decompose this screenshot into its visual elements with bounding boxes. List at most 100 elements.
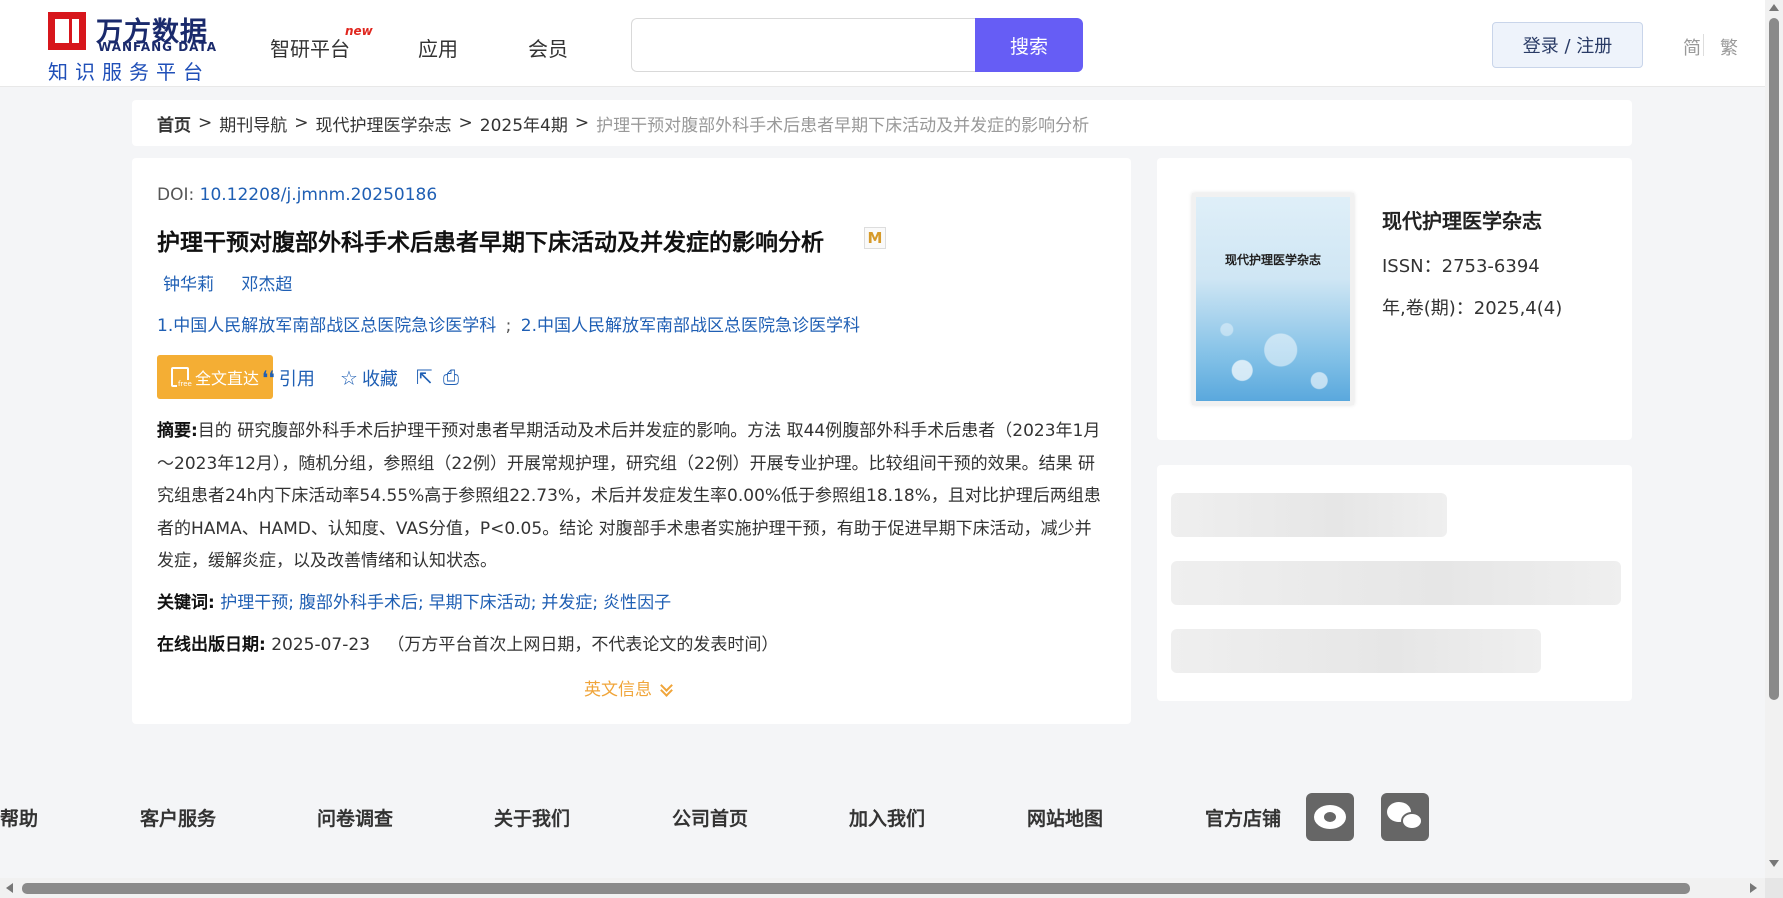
breadcrumb-journal[interactable]: 现代护理医学杂志 [316,111,452,136]
print-button[interactable]: ⎙ [443,365,459,389]
share-button[interactable]: ⇱ [416,365,433,389]
affiliation-list: 1.中国人民解放军南部战区总医院急诊医学科 ; 2.中国人民解放军南部战区总医院… [157,311,860,336]
wechat-glyph [1387,802,1423,832]
collect-button[interactable]: ☆ 收藏 [340,365,398,391]
journal-card: 现代护理医学杂志 现代护理医学杂志 ISSN：2753-6394 年,卷(期)：… [1157,158,1632,440]
skeleton-line [1171,629,1541,673]
english-info-toggle[interactable]: 英文信息 [584,675,672,700]
lang-simplified[interactable]: 简 [1683,34,1701,60]
lang-traditional[interactable]: 繁 [1720,34,1738,60]
footer-link-sitemap[interactable]: 网站地图 [1027,804,1103,831]
mk-icon[interactable]: M [864,227,886,249]
weibo-icon[interactable] [1306,793,1354,841]
abstract-text: 目的 研究腹部外科手术后护理干预对患者早期活动及术后并发症的影响。方法 取44例… [157,421,1101,571]
author-list: 钟华莉 邓杰超 [163,270,314,295]
keywords: 关键词: 护理干预; 腹部外科手术后; 早期下床活动; 并发症; 炎性因子 [157,588,671,613]
scroll-left-arrow-icon[interactable] [6,883,13,893]
nav-item-apps[interactable]: 应用 [418,33,458,62]
print-icon: ⎙ [443,365,459,389]
breadcrumb-separator: > [574,113,590,133]
journal-name[interactable]: 现代护理医学杂志 [1382,205,1542,234]
breadcrumb-separator: > [198,113,213,133]
affiliation-link[interactable]: 2.中国人民解放军南部战区总医院急诊医学科 [521,316,860,336]
wanfang-logo[interactable]: 万方数据 WANFANG DATA 知识服务平台 [48,10,218,84]
wechat-icon[interactable] [1381,793,1429,841]
keyword-separator: ; [417,593,424,613]
logo-subtitle: 知识服务平台 [48,60,210,84]
keyword-separator: ; [592,593,599,613]
loading-placeholder-card [1157,465,1632,701]
nav-item-zhiyan[interactable]: 智研平台 [270,33,350,62]
keyword-link[interactable]: 并发症 [541,593,592,613]
footer-link-join[interactable]: 加入我们 [849,804,925,831]
pubdate-label: 在线出版日期: [157,635,266,655]
author-link[interactable]: 钟华莉 [163,275,214,295]
author-link[interactable]: 邓杰超 [241,275,292,295]
cite-label: 引用 [278,369,315,390]
affiliation-separator: ; [505,316,512,336]
breadcrumb: 首页 > 期刊导航 > 现代护理医学杂志 > 2025年4期 > 护理干预对腹部… [132,100,1632,146]
footer-link-company[interactable]: 公司首页 [672,804,748,831]
footer-link-customer-service[interactable]: 客户服务 [140,804,216,831]
login-register-button[interactable]: 登录 / 注册 [1492,22,1643,68]
article-card: DOI: 10.12208/j.jmnm.20250186 护理干预对腹部外科手… [132,158,1131,724]
breadcrumb-journal-nav[interactable]: 期刊导航 [219,111,287,136]
logo-english-name: WANFANG DATA [98,40,218,54]
breadcrumb-separator: > [294,113,309,133]
skeleton-line [1171,493,1447,537]
keyword-link[interactable]: 腹部外科手术后 [299,593,418,613]
keyword-separator: ; [288,593,294,613]
cite-button[interactable]: ❛❛ 引用 [262,365,315,391]
abstract: 摘要:目的 研究腹部外科手术后护理干预对患者早期活动及术后并发症的影响。方法 取… [157,415,1107,578]
journal-issn: ISSN：2753-6394 [1382,256,1540,277]
free-document-icon [171,367,193,388]
collect-label: 收藏 [361,369,398,390]
skeleton-line [1171,561,1621,605]
footer-link-about[interactable]: 关于我们 [494,804,570,831]
new-badge: new [345,24,373,38]
site-header: 万方数据 WANFANG DATA 知识服务平台 智研平台 new 应用 会员 … [0,0,1765,87]
pubdate-note: （万方平台首次上网日期，不代表论文的发表时间） [387,635,779,655]
doi: DOI: 10.12208/j.jmnm.20250186 [157,185,437,205]
star-icon: ☆ [340,366,358,390]
scroll-up-arrow-icon[interactable] [1769,4,1779,11]
english-info-label: 英文信息 [584,680,652,700]
vertical-scroll-thumb[interactable] [1769,18,1779,700]
footer-link-store[interactable]: 官方店铺 [1205,804,1281,831]
journal-volume: 年,卷(期)：2025,4(4) [1382,298,1563,319]
scroll-down-arrow-icon[interactable] [1769,860,1779,867]
journal-cover[interactable]: 现代护理医学杂志 [1192,193,1354,405]
quote-icon: ❛❛ [262,366,275,390]
pubdate-value: 2025-07-23 [271,635,371,655]
lang-divider [1703,34,1704,56]
footer-link-survey[interactable]: 问卷调查 [317,804,393,831]
fulltext-button[interactable]: 全文直达 [157,355,273,399]
article-title: 护理干预对腹部外科手术后患者早期下床活动及并发症的影响分析 [157,230,824,256]
search-input[interactable] [631,18,976,72]
nav-item-membership[interactable]: 会员 [528,33,568,62]
keyword-link[interactable]: 护理干预 [220,593,288,613]
keyword-separator: ; [530,593,537,613]
horizontal-scrollbar[interactable] [0,878,1765,898]
search-button[interactable]: 搜索 [975,18,1083,72]
breadcrumb-separator: > [458,113,473,133]
keyword-link[interactable]: 早期下床活动 [429,593,531,613]
fulltext-label: 全文直达 [195,369,260,388]
footer-link-help[interactable]: 帮助 [0,804,38,831]
vertical-scrollbar[interactable] [1765,0,1783,898]
keywords-label: 关键词: [157,593,215,613]
share-icon: ⇱ [416,365,433,389]
footer-links: 帮助 客户服务 问卷调查 关于我们 公司首页 加入我们 网站地图 官方店铺 [0,800,1765,834]
affiliation-link[interactable]: 1.中国人民解放军南部战区总医院急诊医学科 [157,316,496,336]
horizontal-scroll-thumb[interactable] [22,883,1690,894]
breadcrumb-current: 护理干预对腹部外科手术后患者早期下床活动及并发症的影响分析 [596,115,1090,136]
wanfang-logo-mark-icon [48,12,86,50]
breadcrumb-issue[interactable]: 2025年4期 [480,111,568,136]
cover-title: 现代护理医学杂志 [1224,253,1321,267]
breadcrumb-home[interactable]: 首页 [157,111,191,136]
scroll-right-arrow-icon[interactable] [1750,883,1757,893]
online-publish-date: 在线出版日期: 2025-07-23 （万方平台首次上网日期，不代表论文的发表时… [157,630,778,655]
doi-link[interactable]: 10.12208/j.jmnm.20250186 [200,185,438,205]
abstract-label: 摘要: [157,421,198,441]
keyword-link[interactable]: 炎性因子 [603,593,671,613]
